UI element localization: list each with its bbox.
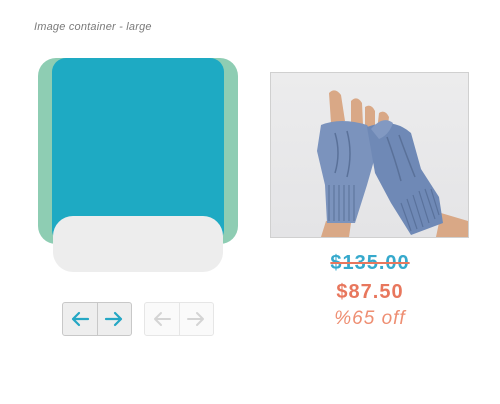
product-photo: [270, 72, 469, 238]
arrow-left-icon: [153, 312, 171, 326]
active-nav-buttons: [62, 302, 132, 336]
original-price: $135.00: [330, 252, 410, 274]
image-container-caption: Image container - large: [34, 21, 152, 33]
placeholder-caption-pad: [53, 216, 223, 272]
disabled-nav-buttons: [144, 302, 214, 336]
discount-label: %65 off: [334, 308, 406, 329]
knitted-gloves-image: [317, 90, 468, 237]
arrow-right-icon: [187, 312, 205, 326]
sale-price: $87.50: [336, 281, 404, 303]
next-button-disabled[interactable]: [178, 303, 214, 335]
arrow-right-icon: [105, 311, 123, 327]
next-button[interactable]: [96, 303, 132, 335]
arrow-left-icon: [71, 311, 89, 327]
image-placeholder-illustration: [38, 58, 238, 273]
previous-button[interactable]: [63, 303, 97, 335]
previous-button-disabled[interactable]: [145, 303, 179, 335]
